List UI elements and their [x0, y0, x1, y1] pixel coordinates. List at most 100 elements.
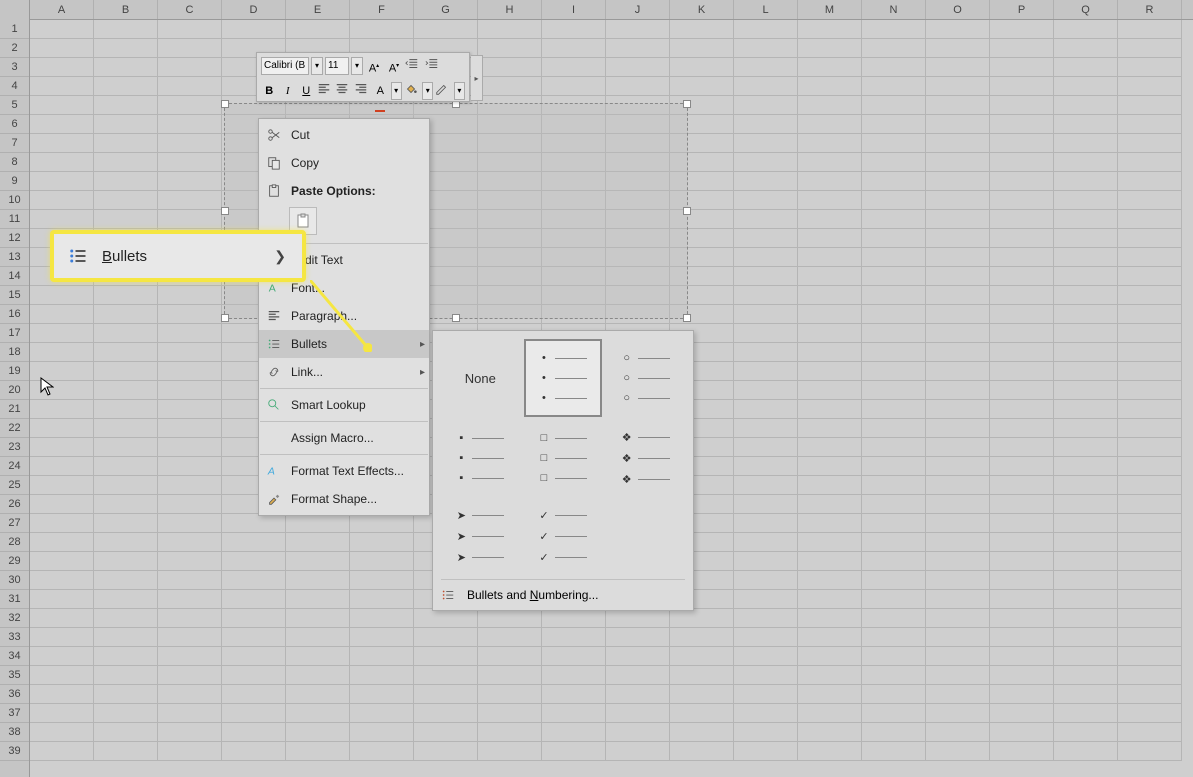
column-header-B[interactable]: B: [94, 0, 158, 19]
row-header-31[interactable]: 31: [0, 590, 29, 609]
row-header-10[interactable]: 10: [0, 191, 29, 210]
row-header-6[interactable]: 6: [0, 115, 29, 134]
font-color-dropdown[interactable]: ▾: [391, 82, 402, 100]
menu-bullets[interactable]: Bullets ▸: [259, 330, 429, 358]
bullet-option-none[interactable]: None: [441, 339, 520, 417]
column-header-D[interactable]: D: [222, 0, 286, 19]
row-header-9[interactable]: 9: [0, 172, 29, 191]
row-header-16[interactable]: 16: [0, 305, 29, 324]
menu-copy[interactable]: Copy: [259, 149, 429, 177]
bullet-option-hollow-square[interactable]: □ □ □: [524, 421, 603, 495]
column-header-C[interactable]: C: [158, 0, 222, 19]
increase-indent-icon[interactable]: [425, 57, 443, 75]
decrease-indent-icon[interactable]: [405, 57, 423, 75]
menu-assign-macro[interactable]: Assign Macro...: [259, 424, 429, 452]
column-header-Q[interactable]: Q: [1054, 0, 1118, 19]
row-header-19[interactable]: 19: [0, 362, 29, 381]
bullet-option-circle[interactable]: ○ ○ ○: [606, 339, 685, 417]
row-header-21[interactable]: 21: [0, 400, 29, 419]
row-header-39[interactable]: 39: [0, 742, 29, 761]
column-header-I[interactable]: I: [542, 0, 606, 19]
bullet-option-disc[interactable]: • • •: [524, 339, 603, 417]
column-header-J[interactable]: J: [606, 0, 670, 19]
align-right-icon[interactable]: [354, 82, 371, 100]
row-header-36[interactable]: 36: [0, 685, 29, 704]
column-header-N[interactable]: N: [862, 0, 926, 19]
row-header-2[interactable]: 2: [0, 39, 29, 58]
font-name-input[interactable]: [261, 57, 309, 75]
column-header-M[interactable]: M: [798, 0, 862, 19]
row-header-14[interactable]: 14: [0, 267, 29, 286]
row-header-32[interactable]: 32: [0, 609, 29, 628]
menu-paragraph[interactable]: Paragraph...: [259, 302, 429, 330]
row-header-12[interactable]: 12: [0, 229, 29, 248]
row-header-5[interactable]: 5: [0, 96, 29, 115]
mini-toolbar-expand[interactable]: ▸: [471, 55, 483, 101]
row-header-8[interactable]: 8: [0, 153, 29, 172]
row-header-25[interactable]: 25: [0, 476, 29, 495]
bold-button[interactable]: B: [261, 82, 278, 100]
align-center-icon[interactable]: [335, 82, 352, 100]
shape-fill-dropdown[interactable]: ▾: [422, 82, 433, 100]
menu-format-shape[interactable]: Format Shape...: [259, 485, 429, 513]
row-header-27[interactable]: 27: [0, 514, 29, 533]
resize-handle-ml[interactable]: [221, 207, 229, 215]
bullets-and-numbering[interactable]: Bullets and Numbering...: [441, 579, 685, 602]
resize-handle-tr[interactable]: [683, 100, 691, 108]
italic-button[interactable]: I: [280, 82, 297, 100]
resize-handle-br[interactable]: [683, 314, 691, 322]
row-header-28[interactable]: 28: [0, 533, 29, 552]
resize-handle-mr[interactable]: [683, 207, 691, 215]
menu-cut[interactable]: Cut: [259, 121, 429, 149]
column-header-E[interactable]: E: [286, 0, 350, 19]
row-header-30[interactable]: 30: [0, 571, 29, 590]
bullet-option-arrow[interactable]: ➤ ➤ ➤: [441, 499, 520, 573]
column-header-K[interactable]: K: [670, 0, 734, 19]
row-header-34[interactable]: 34: [0, 647, 29, 666]
row-header-23[interactable]: 23: [0, 438, 29, 457]
resize-handle-bl[interactable]: [221, 314, 229, 322]
resize-handle-bc[interactable]: [452, 314, 460, 322]
row-header-13[interactable]: 13: [0, 248, 29, 267]
row-header-15[interactable]: 15: [0, 286, 29, 305]
column-header-H[interactable]: H: [478, 0, 542, 19]
row-header-33[interactable]: 33: [0, 628, 29, 647]
row-header-29[interactable]: 29: [0, 552, 29, 571]
row-header-24[interactable]: 24: [0, 457, 29, 476]
row-header-38[interactable]: 38: [0, 723, 29, 742]
shape-outline-icon[interactable]: [435, 82, 452, 100]
column-header-F[interactable]: F: [350, 0, 414, 19]
row-header-17[interactable]: 17: [0, 324, 29, 343]
decrease-font-icon[interactable]: A▾: [385, 57, 403, 75]
bullet-option-filled-square[interactable]: ▪ ▪ ▪: [441, 421, 520, 495]
row-header-37[interactable]: 37: [0, 704, 29, 723]
font-size-input[interactable]: [325, 57, 349, 75]
bullet-option-diamond[interactable]: ❖ ❖ ❖: [606, 421, 685, 495]
row-header-22[interactable]: 22: [0, 419, 29, 438]
menu-link[interactable]: Link... ▸: [259, 358, 429, 386]
column-header-G[interactable]: G: [414, 0, 478, 19]
row-header-3[interactable]: 3: [0, 58, 29, 77]
column-header-O[interactable]: O: [926, 0, 990, 19]
underline-button[interactable]: U: [298, 82, 315, 100]
row-header-4[interactable]: 4: [0, 77, 29, 96]
resize-handle-tl[interactable]: [221, 100, 229, 108]
row-header-26[interactable]: 26: [0, 495, 29, 514]
bullet-option-check[interactable]: ✓ ✓ ✓: [524, 499, 603, 573]
shape-fill-icon[interactable]: [404, 82, 421, 100]
row-header-7[interactable]: 7: [0, 134, 29, 153]
align-left-icon[interactable]: [317, 82, 334, 100]
row-header-18[interactable]: 18: [0, 343, 29, 362]
font-color-button[interactable]: A: [372, 82, 389, 100]
font-name-dropdown[interactable]: ▾: [311, 57, 323, 75]
menu-format-text-effects[interactable]: A Format Text Effects...: [259, 457, 429, 485]
menu-smart-lookup[interactable]: Smart Lookup: [259, 391, 429, 419]
column-header-R[interactable]: R: [1118, 0, 1182, 19]
row-header-20[interactable]: 20: [0, 381, 29, 400]
shape-outline-dropdown[interactable]: ▾: [454, 82, 465, 100]
row-header-11[interactable]: 11: [0, 210, 29, 229]
column-header-L[interactable]: L: [734, 0, 798, 19]
column-header-A[interactable]: A: [30, 0, 94, 19]
column-header-P[interactable]: P: [990, 0, 1054, 19]
row-header-35[interactable]: 35: [0, 666, 29, 685]
